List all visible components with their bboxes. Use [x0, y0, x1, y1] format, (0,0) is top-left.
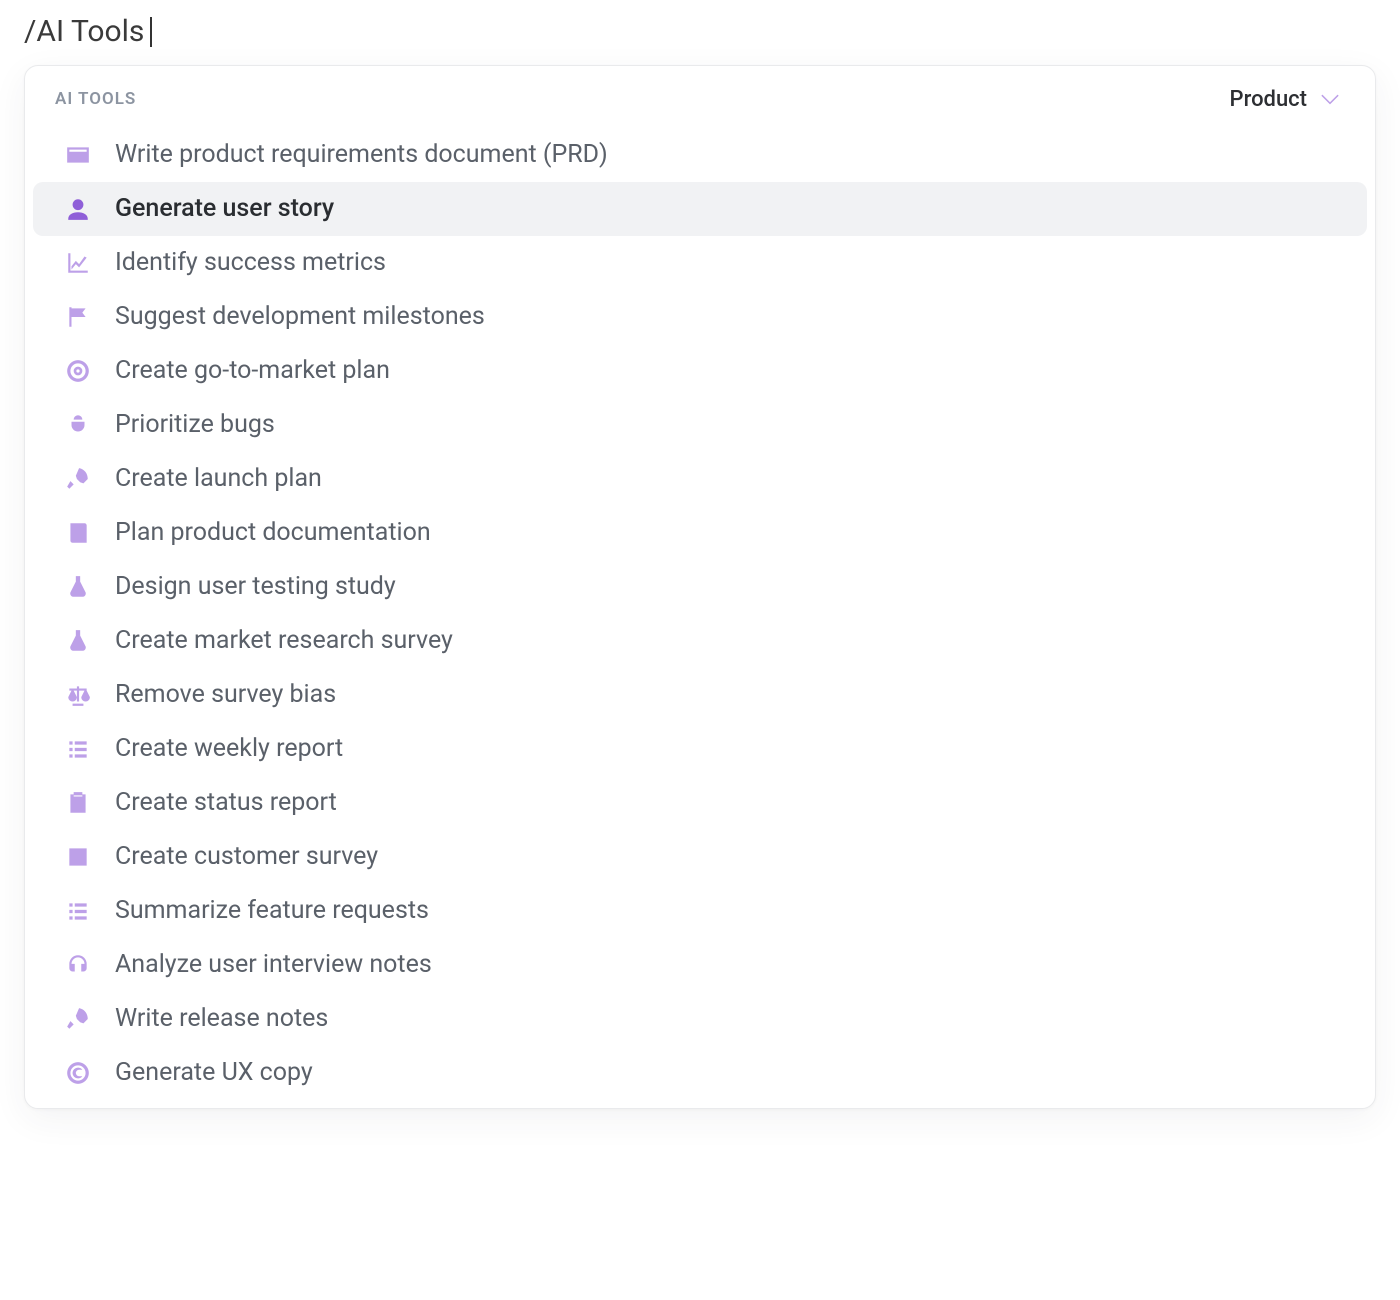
ai-tool-label: Identify success metrics — [115, 248, 386, 278]
category-filter-label: Product — [1230, 87, 1307, 112]
ai-tool-label: Remove survey bias — [115, 680, 336, 710]
ai-tools-list: Write product requirements document (PRD… — [25, 128, 1375, 1100]
category-filter[interactable]: Product — [1230, 84, 1345, 114]
ai-tool-item[interactable]: Create customer survey — [33, 830, 1367, 884]
chart-line-icon — [63, 248, 93, 278]
ai-tool-label: Create go-to-market plan — [115, 356, 390, 386]
ai-tool-label: Generate user story — [115, 194, 334, 224]
ai-tool-item[interactable]: Plan product documentation — [33, 506, 1367, 560]
bar-chart-icon — [63, 842, 93, 872]
ai-tool-label: Create launch plan — [115, 464, 322, 494]
ai-tool-item[interactable]: Create status report — [33, 776, 1367, 830]
ai-tool-item[interactable]: Identify success metrics — [33, 236, 1367, 290]
ai-tool-item[interactable]: Prioritize bugs — [33, 398, 1367, 452]
ai-tool-item[interactable]: Generate user story — [33, 182, 1367, 236]
ai-tool-item[interactable]: Create market research survey — [33, 614, 1367, 668]
ai-tool-item[interactable]: Write product requirements document (PRD… — [33, 128, 1367, 182]
rocket-icon — [63, 464, 93, 494]
clipboard-icon — [63, 788, 93, 818]
ai-tool-item[interactable]: Create launch plan — [33, 452, 1367, 506]
ai-tool-item[interactable]: Generate UX copy — [33, 1046, 1367, 1100]
ai-tool-item[interactable]: Remove survey bias — [33, 668, 1367, 722]
list-icon — [63, 734, 93, 764]
ai-tool-item[interactable]: Suggest development milestones — [33, 290, 1367, 344]
ai-tool-label: Write product requirements document (PRD… — [115, 140, 608, 170]
chevron-down-icon — [1315, 84, 1345, 114]
ai-tool-item[interactable]: Design user testing study — [33, 560, 1367, 614]
flask-icon — [63, 572, 93, 602]
copyright-icon — [63, 1058, 93, 1088]
headset-icon — [63, 950, 93, 980]
ai-tool-label: Prioritize bugs — [115, 410, 275, 440]
slash-command-text: /AI Tools — [24, 14, 144, 49]
bug-icon — [63, 410, 93, 440]
ai-tool-item[interactable]: Create weekly report — [33, 722, 1367, 776]
ai-tool-label: Generate UX copy — [115, 1058, 313, 1088]
id-card-icon — [63, 140, 93, 170]
rocket-icon — [63, 1004, 93, 1034]
ai-tool-label: Create market research survey — [115, 626, 453, 656]
ai-tool-label: Suggest development milestones — [115, 302, 485, 332]
ai-tool-label: Design user testing study — [115, 572, 396, 602]
ai-tool-label: Create weekly report — [115, 734, 343, 764]
text-cursor — [150, 17, 152, 47]
ai-tool-label: Plan product documentation — [115, 518, 431, 548]
ai-tool-item[interactable]: Create go-to-market plan — [33, 344, 1367, 398]
ai-tool-label: Create status report — [115, 788, 337, 818]
flask-icon — [63, 626, 93, 656]
ai-tool-item[interactable]: Analyze user interview notes — [33, 938, 1367, 992]
book-icon — [63, 518, 93, 548]
balance-icon — [63, 680, 93, 710]
slash-command-input[interactable]: /AI Tools — [24, 10, 1376, 59]
section-label: AI TOOLS — [55, 89, 136, 109]
user-icon — [63, 194, 93, 224]
ai-tool-label: Create customer survey — [115, 842, 378, 872]
ai-tool-label: Write release notes — [115, 1004, 328, 1034]
ai-tool-label: Analyze user interview notes — [115, 950, 432, 980]
ai-tool-item[interactable]: Write release notes — [33, 992, 1367, 1046]
ai-tool-label: Summarize feature requests — [115, 896, 429, 926]
ai-tool-item[interactable]: Summarize feature requests — [33, 884, 1367, 938]
flag-icon — [63, 302, 93, 332]
ai-tools-dropdown: AI TOOLS Product Write product requireme… — [24, 65, 1376, 1109]
list-icon — [63, 896, 93, 926]
target-icon — [63, 356, 93, 386]
